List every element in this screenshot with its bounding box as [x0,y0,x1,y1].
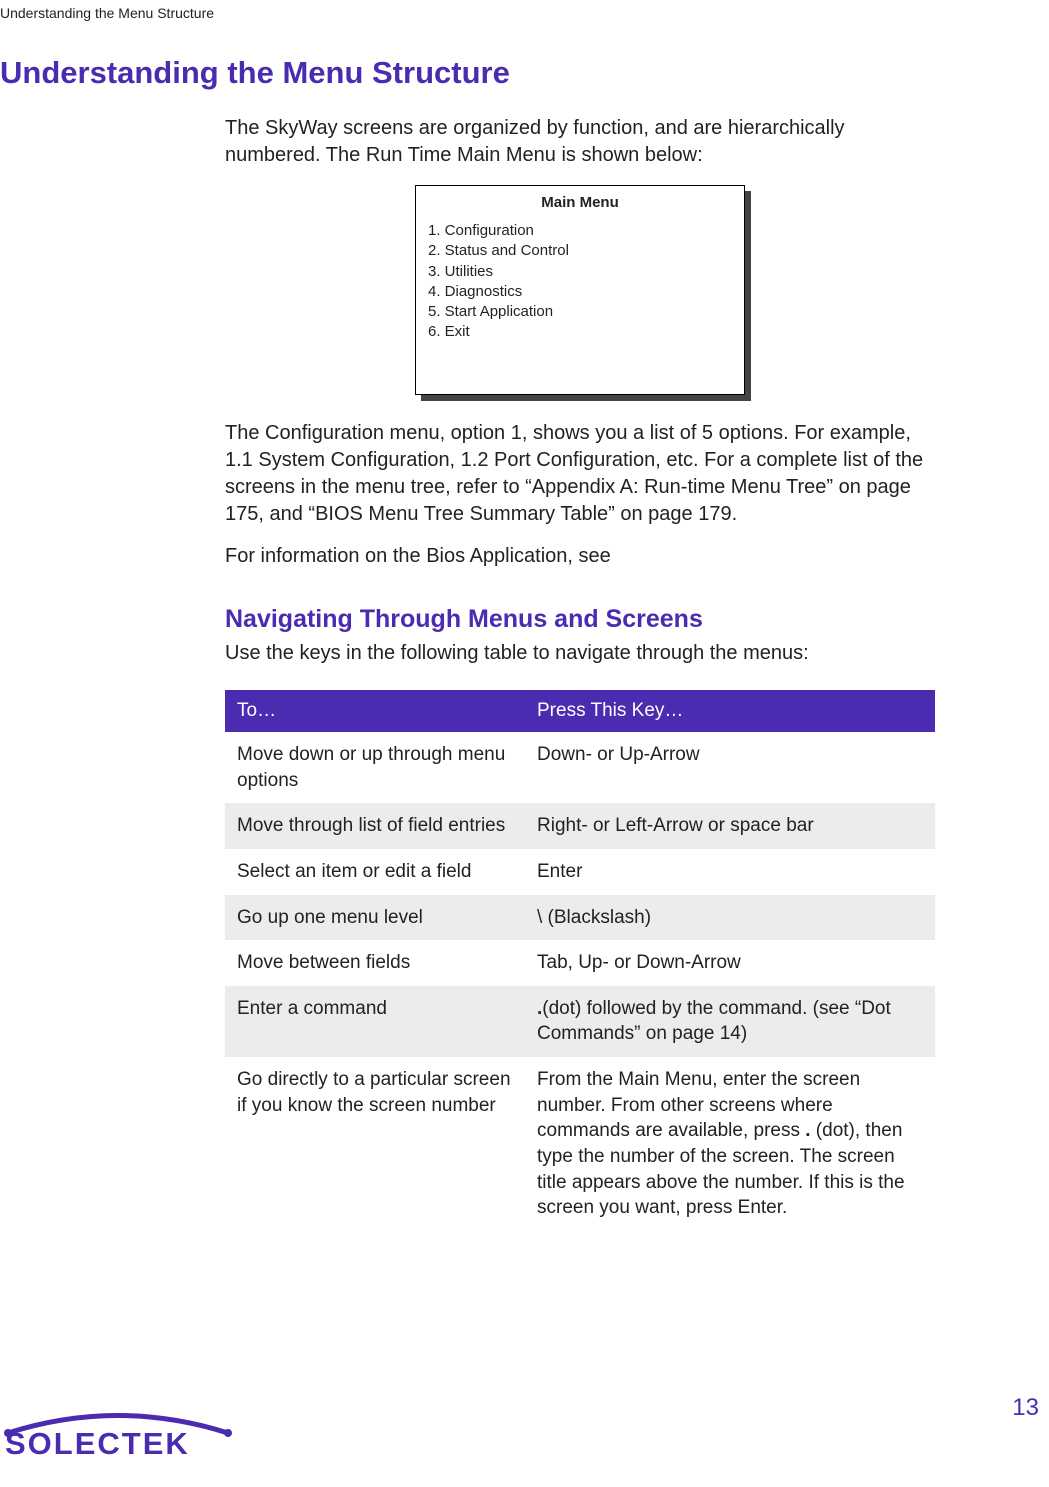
logo-arc-icon [3,1408,233,1438]
cell-to: Move down or up through menu options [225,732,525,803]
menu-item: 5. Start Application [428,302,732,322]
menu-item: 4. Diagnostics [428,282,732,302]
cell-to: Go directly to a particular screen if yo… [225,1057,525,1231]
main-menu-figure: Main Menu 1. Configuration 2. Status and… [415,185,745,395]
table-row: Move between fields Tab, Up- or Down-Arr… [225,940,935,986]
cell-key: .(dot) followed by the command. (see “Do… [525,986,935,1057]
page-title: Understanding the Menu Structure [0,55,510,91]
cell-key: Tab, Up- or Down-Arrow [525,940,935,986]
cell-to: Move through list of field entries [225,803,525,849]
page-number: 13 [1012,1394,1039,1422]
cell-to: Select an item or edit a field [225,849,525,895]
cell-to: Go up one menu level [225,895,525,941]
config-paragraph: The Configuration menu, option 1, shows … [225,420,935,528]
cell-key: Down- or Up-Arrow [525,732,935,803]
table-row: Go directly to a particular screen if yo… [225,1057,935,1231]
bios-paragraph: For information on the Bios Application,… [225,543,935,570]
cell-key: Right- or Left-Arrow or space bar [525,803,935,849]
table-row: Select an item or edit a field Enter [225,849,935,895]
table-row: Enter a command .(dot) followed by the c… [225,986,935,1057]
intro-paragraph: The SkyWay screens are organized by func… [225,115,935,169]
table-header-key: Press This Key… [525,690,935,732]
main-menu-title: Main Menu [428,194,732,211]
cell-key: From the Main Menu, enter the screen num… [525,1057,935,1231]
menu-item: 2. Status and Control [428,241,732,261]
running-header: Understanding the Menu Structure [0,5,214,21]
cell-key: Enter [525,849,935,895]
table-intro: Use the keys in the following table to n… [225,642,935,665]
cell-key: \ (Blackslash) [525,895,935,941]
table-row: Move through list of field entries Right… [225,803,935,849]
navigation-table: To… Press This Key… Move down or up thro… [225,690,935,1231]
table-header-to: To… [225,690,525,732]
cell-key-text: (dot) followed by the command. (see “Dot… [537,998,891,1045]
solectek-logo: SOLECTEK [5,1426,190,1462]
menu-item: 6. Exit [428,322,732,342]
section-heading: Navigating Through Menus and Screens [225,605,703,634]
table-row: Go up one menu level \ (Blackslash) [225,895,935,941]
cell-to: Enter a command [225,986,525,1057]
menu-item: 1. Configuration [428,221,732,241]
menu-item: 3. Utilities [428,262,732,282]
table-row: Move down or up through menu options Dow… [225,732,935,803]
main-menu-list: 1. Configuration 2. Status and Control 3… [428,221,732,343]
cell-to: Move between fields [225,940,525,986]
